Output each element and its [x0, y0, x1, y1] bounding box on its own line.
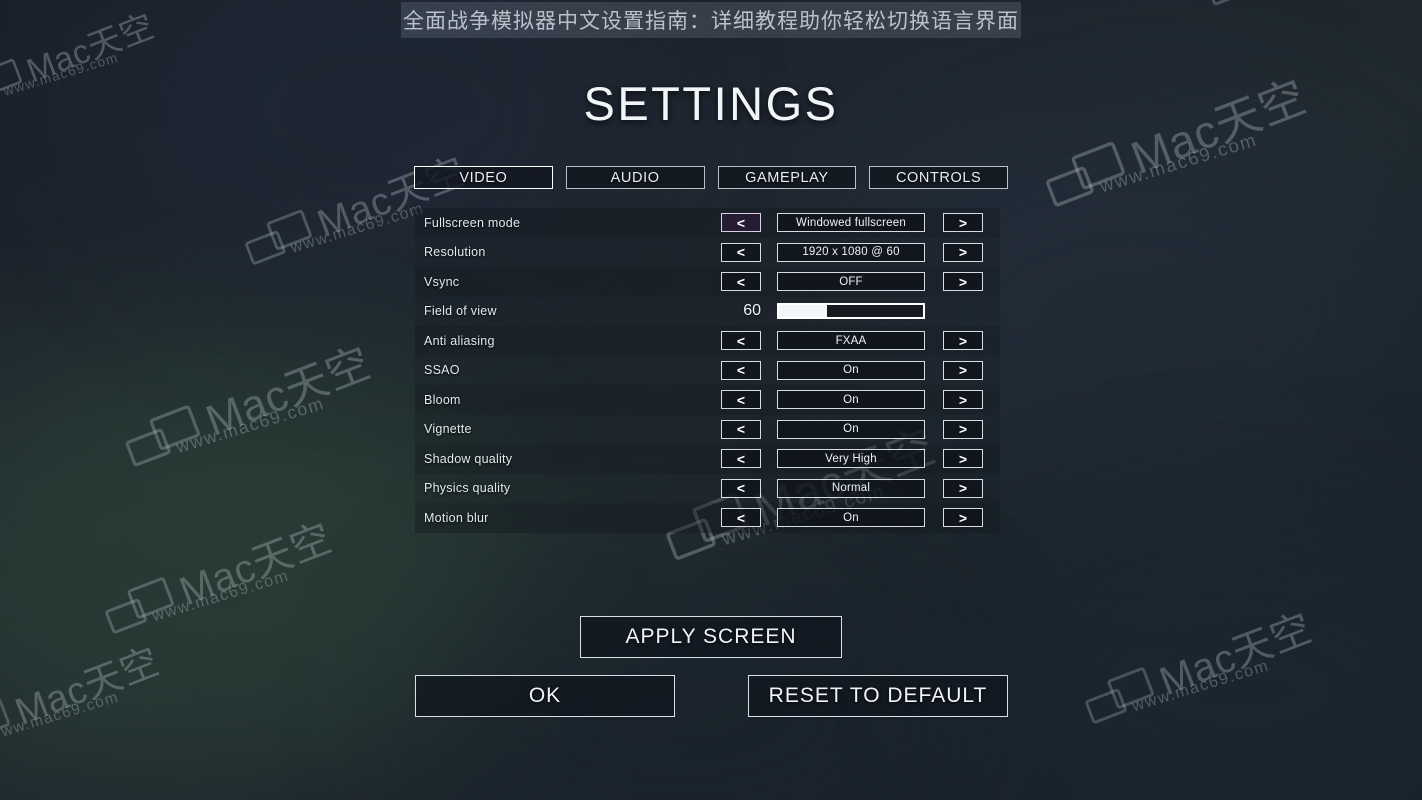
settings-row: Fullscreen mode < Windowed fullscreen >	[415, 208, 1000, 238]
settings-row: Bloom < On >	[415, 385, 1000, 415]
settings-row: Field of view 60	[415, 296, 1000, 327]
settings-value[interactable]: Very High	[777, 449, 925, 469]
settings-value[interactable]: On	[777, 360, 925, 380]
settings-value[interactable]: Normal	[777, 478, 925, 498]
settings-row: Vignette < On >	[415, 414, 1000, 445]
next-value-arrow-icon[interactable]: >	[943, 213, 983, 233]
tab-audio[interactable]: AUDIO	[565, 166, 705, 189]
tab-gameplay[interactable]: GAMEPLAY	[717, 166, 857, 189]
settings-value[interactable]: FXAA	[777, 331, 925, 351]
settings-row: Shadow quality < Very High >	[415, 444, 1000, 474]
next-value-arrow-icon[interactable]: >	[943, 449, 983, 469]
settings-row: Motion blur < On >	[415, 503, 1000, 533]
prev-value-arrow-icon[interactable]: <	[721, 213, 761, 233]
settings-row: Physics quality < Normal >	[415, 473, 1000, 504]
settings-value[interactable]: 1920 x 1080 @ 60	[777, 242, 925, 262]
settings-row-control: < On >	[415, 385, 1000, 415]
article-title-text: 全面战争模拟器中文设置指南：详细教程助你轻松切换语言界面	[401, 2, 1021, 38]
prev-value-arrow-icon[interactable]: <	[721, 449, 761, 469]
tab-controls[interactable]: CONTROLS	[869, 166, 1008, 189]
prev-value-arrow-icon[interactable]: <	[721, 360, 761, 380]
prev-value-arrow-icon[interactable]: <	[721, 508, 761, 528]
apply-screen-button[interactable]: APPLY SCREEN	[580, 616, 842, 658]
next-value-arrow-icon[interactable]: >	[943, 478, 983, 498]
settings-row-control: < On >	[415, 415, 1000, 445]
settings-value[interactable]: Windowed fullscreen	[777, 213, 925, 233]
reset-to-default-button[interactable]: RESET TO DEFAULT	[748, 675, 1008, 717]
prev-value-arrow-icon[interactable]: <	[721, 419, 761, 439]
settings-row-control: < FXAA >	[415, 326, 1000, 356]
next-value-arrow-icon[interactable]: >	[943, 272, 983, 292]
next-value-arrow-icon[interactable]: >	[943, 242, 983, 262]
tab-video[interactable]: VIDEO	[414, 166, 553, 189]
tab-bar: VIDEO AUDIO GAMEPLAY CONTROLS	[414, 166, 1008, 189]
settings-row-control: <1920 x 1080 @ 60 >	[415, 238, 1000, 268]
slider-fill	[779, 305, 827, 318]
settings-row-list: Fullscreen mode < Windowed fullscreen > Reso…	[415, 208, 1000, 533]
field-of-view-slider[interactable]	[777, 303, 925, 320]
settings-row-control: < Windowed fullscreen >	[415, 208, 1000, 238]
settings-row: Anti aliasing < FXAA >	[415, 326, 1000, 356]
settings-value[interactable]: On	[777, 390, 925, 410]
prev-value-arrow-icon[interactable]: <	[721, 242, 761, 262]
prev-value-arrow-icon[interactable]: <	[721, 331, 761, 351]
prev-value-arrow-icon[interactable]: <	[721, 272, 761, 292]
settings-row: Vsync < OFF >	[415, 267, 1000, 297]
settings-menu: SETTINGS VIDEO AUDIO GAMEPLAY CONTROLS Full…	[0, 0, 1422, 800]
next-value-arrow-icon[interactable]: >	[943, 419, 983, 439]
next-value-arrow-icon[interactable]: >	[943, 508, 983, 528]
settings-value[interactable]: On	[777, 419, 925, 439]
settings-value[interactable]: OFF	[777, 272, 925, 292]
next-value-arrow-icon[interactable]: >	[943, 390, 983, 410]
prev-value-arrow-icon[interactable]: <	[721, 478, 761, 498]
settings-value[interactable]: On	[777, 508, 925, 528]
settings-row-control: < Normal >	[415, 474, 1000, 504]
article-title: 全面战争模拟器中文设置指南：详细教程助你轻松切换语言界面	[0, 0, 1422, 40]
settings-row-control: < OFF >	[415, 267, 1000, 297]
settings-row-control: 60	[415, 297, 1000, 327]
next-value-arrow-icon[interactable]: >	[943, 331, 983, 351]
settings-row-control: < On >	[415, 356, 1000, 386]
ok-button[interactable]: OK	[415, 675, 675, 717]
settings-row-control: < Very High >	[415, 444, 1000, 474]
prev-value-arrow-icon[interactable]: <	[721, 390, 761, 410]
page-title: SETTINGS	[583, 77, 839, 130]
slider-value: 60	[743, 302, 761, 320]
next-value-arrow-icon[interactable]: >	[943, 360, 983, 380]
game-settings-screen: Mac天空 www.mac69.com Mac天空 www.mac69.com …	[0, 0, 1422, 800]
settings-row-control: < On >	[415, 503, 1000, 533]
settings-row: SSAO < On >	[415, 355, 1000, 386]
settings-row: Resolution <1920 x 1080 @ 60 >	[415, 237, 1000, 268]
